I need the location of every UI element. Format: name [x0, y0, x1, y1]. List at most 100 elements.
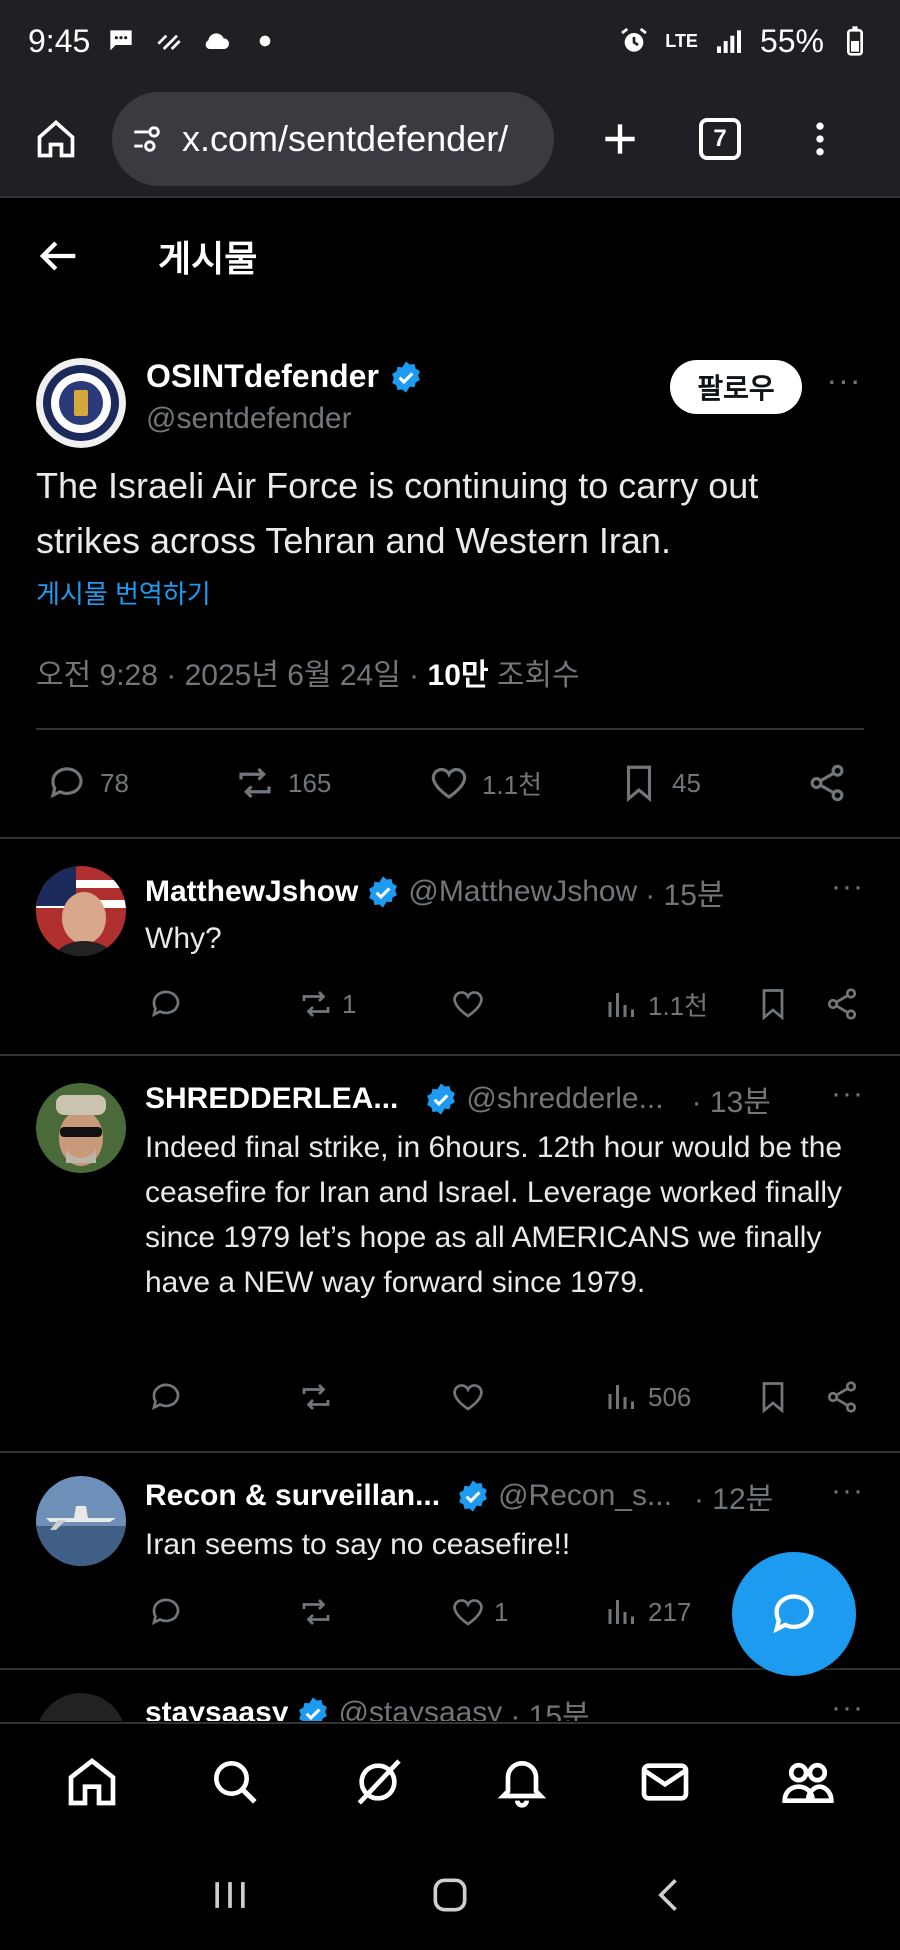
- repost-button[interactable]: 1: [298, 986, 356, 1022]
- notification-dot-icon: [248, 24, 282, 58]
- like-button[interactable]: [450, 986, 494, 1022]
- more-icon[interactable]: ···: [831, 1474, 864, 1508]
- reply-time[interactable]: · 15분: [510, 1691, 589, 1721]
- home-system-button[interactable]: [410, 1855, 490, 1935]
- share-button[interactable]: [824, 986, 860, 1022]
- nav-grok[interactable]: [338, 1742, 418, 1822]
- view-count: 1.1천: [648, 991, 709, 1021]
- repost-button[interactable]: [298, 1594, 334, 1630]
- reply-button[interactable]: [148, 986, 184, 1022]
- reply-author-name[interactable]: MatthewJshow: [145, 875, 358, 909]
- reply-button[interactable]: [148, 1379, 184, 1415]
- views-button[interactable]: 217: [604, 1594, 691, 1630]
- views-button[interactable]: 506: [604, 1379, 691, 1415]
- reply-header: staysaasy @staysaasy · 15분: [145, 1691, 590, 1721]
- recent-apps-button[interactable]: [190, 1855, 270, 1935]
- reply-item[interactable]: staysaasy @staysaasy · 15분 ···: [0, 1671, 900, 1721]
- reply-button[interactable]: 78: [46, 762, 129, 804]
- search-icon: [213, 1761, 257, 1804]
- bar-chart-icon: [608, 992, 634, 1017]
- bottom-navigation: [0, 1722, 900, 1840]
- reply-author-name[interactable]: SHREDDERLEA...: [145, 1082, 398, 1116]
- post-actions: 78 165 1.1천 45: [0, 748, 900, 820]
- like-button[interactable]: [450, 1379, 486, 1415]
- share-button[interactable]: [806, 762, 848, 804]
- author-handle[interactable]: @sentdefender: [146, 402, 352, 436]
- share-icon: [827, 988, 857, 1020]
- more-icon[interactable]: ···: [831, 1077, 864, 1111]
- nav-search[interactable]: [195, 1742, 275, 1822]
- nav-home[interactable]: [52, 1742, 132, 1822]
- translate-link[interactable]: 게시물 번역하기: [36, 574, 211, 611]
- follow-button[interactable]: 팔로우: [670, 360, 802, 414]
- like-button[interactable]: 1.1천: [428, 762, 542, 804]
- view-label: 조회수: [488, 659, 580, 692]
- chat-bubble-icon: [104, 24, 138, 58]
- like-button[interactable]: 1: [450, 1594, 508, 1630]
- reply-item[interactable]: SHREDDERLEA... @shredderle... · 13분 ··· …: [0, 1057, 900, 1449]
- reply-header: Recon & surveillan... @Recon_s... · 12분: [145, 1474, 773, 1518]
- reply-author-handle[interactable]: @staysaasy: [338, 1696, 502, 1721]
- nav-messages[interactable]: [625, 1742, 705, 1822]
- verified-badge-icon: [459, 1480, 487, 1512]
- avatar[interactable]: [36, 358, 126, 448]
- heart-icon: [431, 767, 467, 799]
- tabs-button[interactable]: 7: [684, 103, 756, 175]
- url-text[interactable]: x.com/sentdefender/: [182, 118, 508, 160]
- avatar[interactable]: [36, 1083, 126, 1173]
- site-settings-icon[interactable]: [130, 122, 164, 156]
- repost-button[interactable]: 165: [234, 762, 331, 804]
- bar-chart-icon: [608, 1385, 634, 1409]
- bookmark-button[interactable]: 45: [618, 762, 701, 804]
- nav-communities[interactable]: [768, 1742, 848, 1822]
- view-count[interactable]: 10만: [428, 659, 489, 692]
- bar-chart-icon: [608, 1600, 634, 1624]
- more-icon[interactable]: ···: [831, 870, 864, 904]
- reply-author-name[interactable]: staysaasy: [145, 1696, 288, 1721]
- reply-text: Why?: [145, 922, 222, 955]
- new-tab-button[interactable]: [584, 103, 656, 175]
- bookmark-button[interactable]: [755, 986, 791, 1022]
- more-icon[interactable]: ···: [831, 1691, 864, 1721]
- divider: [36, 728, 864, 730]
- reply-author-handle[interactable]: @MatthewJshow: [408, 875, 637, 909]
- reply-header: SHREDDERLEA... @shredderle... · 13분: [145, 1077, 771, 1121]
- system-navigation: [0, 1840, 900, 1950]
- home-square-icon: [433, 1878, 467, 1912]
- views-button[interactable]: 1.1천: [604, 986, 708, 1023]
- author-name-row[interactable]: OSINTdefender: [146, 358, 423, 395]
- reply-author-handle[interactable]: @Recon_s...: [498, 1479, 672, 1513]
- compose-reply-button[interactable]: [732, 1552, 856, 1676]
- reply-time[interactable]: · 15분: [645, 870, 724, 914]
- share-button[interactable]: [824, 1379, 860, 1415]
- verified-badge-icon: [369, 876, 398, 908]
- avatar[interactable]: [36, 1693, 126, 1721]
- reply-author-handle[interactable]: @shredderle...: [466, 1082, 663, 1116]
- divider: [0, 1451, 900, 1453]
- share-icon: [827, 1381, 857, 1413]
- back-arrow-icon[interactable]: [32, 230, 84, 282]
- reply-bubble-icon: [773, 1594, 814, 1634]
- repost-button[interactable]: [298, 1379, 334, 1415]
- reply-author-name[interactable]: Recon & surveillan...: [145, 1479, 440, 1513]
- browser-menu-button[interactable]: [784, 103, 856, 175]
- more-icon[interactable]: ···: [822, 364, 866, 408]
- bell-icon: [497, 1761, 546, 1808]
- reply-time[interactable]: · 13분: [692, 1077, 771, 1121]
- home-button[interactable]: [20, 103, 92, 175]
- address-bar[interactable]: x.com/sentdefender/: [112, 92, 554, 186]
- nav-notifications[interactable]: [482, 1742, 562, 1822]
- divider: [0, 1054, 900, 1056]
- avatar[interactable]: [36, 1476, 126, 1566]
- author-name[interactable]: OSINTdefender: [146, 358, 379, 395]
- avatar[interactable]: [36, 866, 126, 956]
- heart-icon: [453, 991, 483, 1018]
- grok-icon: [357, 1759, 402, 1805]
- reply-item[interactable]: MatthewJshow @MatthewJshow · 15분 ··· Why…: [0, 840, 900, 1052]
- back-system-button[interactable]: [630, 1855, 710, 1935]
- like-count: 1.1천: [482, 769, 543, 800]
- reply-time[interactable]: · 12분: [694, 1474, 773, 1518]
- bookmark-icon: [762, 989, 784, 1021]
- bookmark-button[interactable]: [755, 1379, 791, 1415]
- reply-button[interactable]: [148, 1594, 184, 1630]
